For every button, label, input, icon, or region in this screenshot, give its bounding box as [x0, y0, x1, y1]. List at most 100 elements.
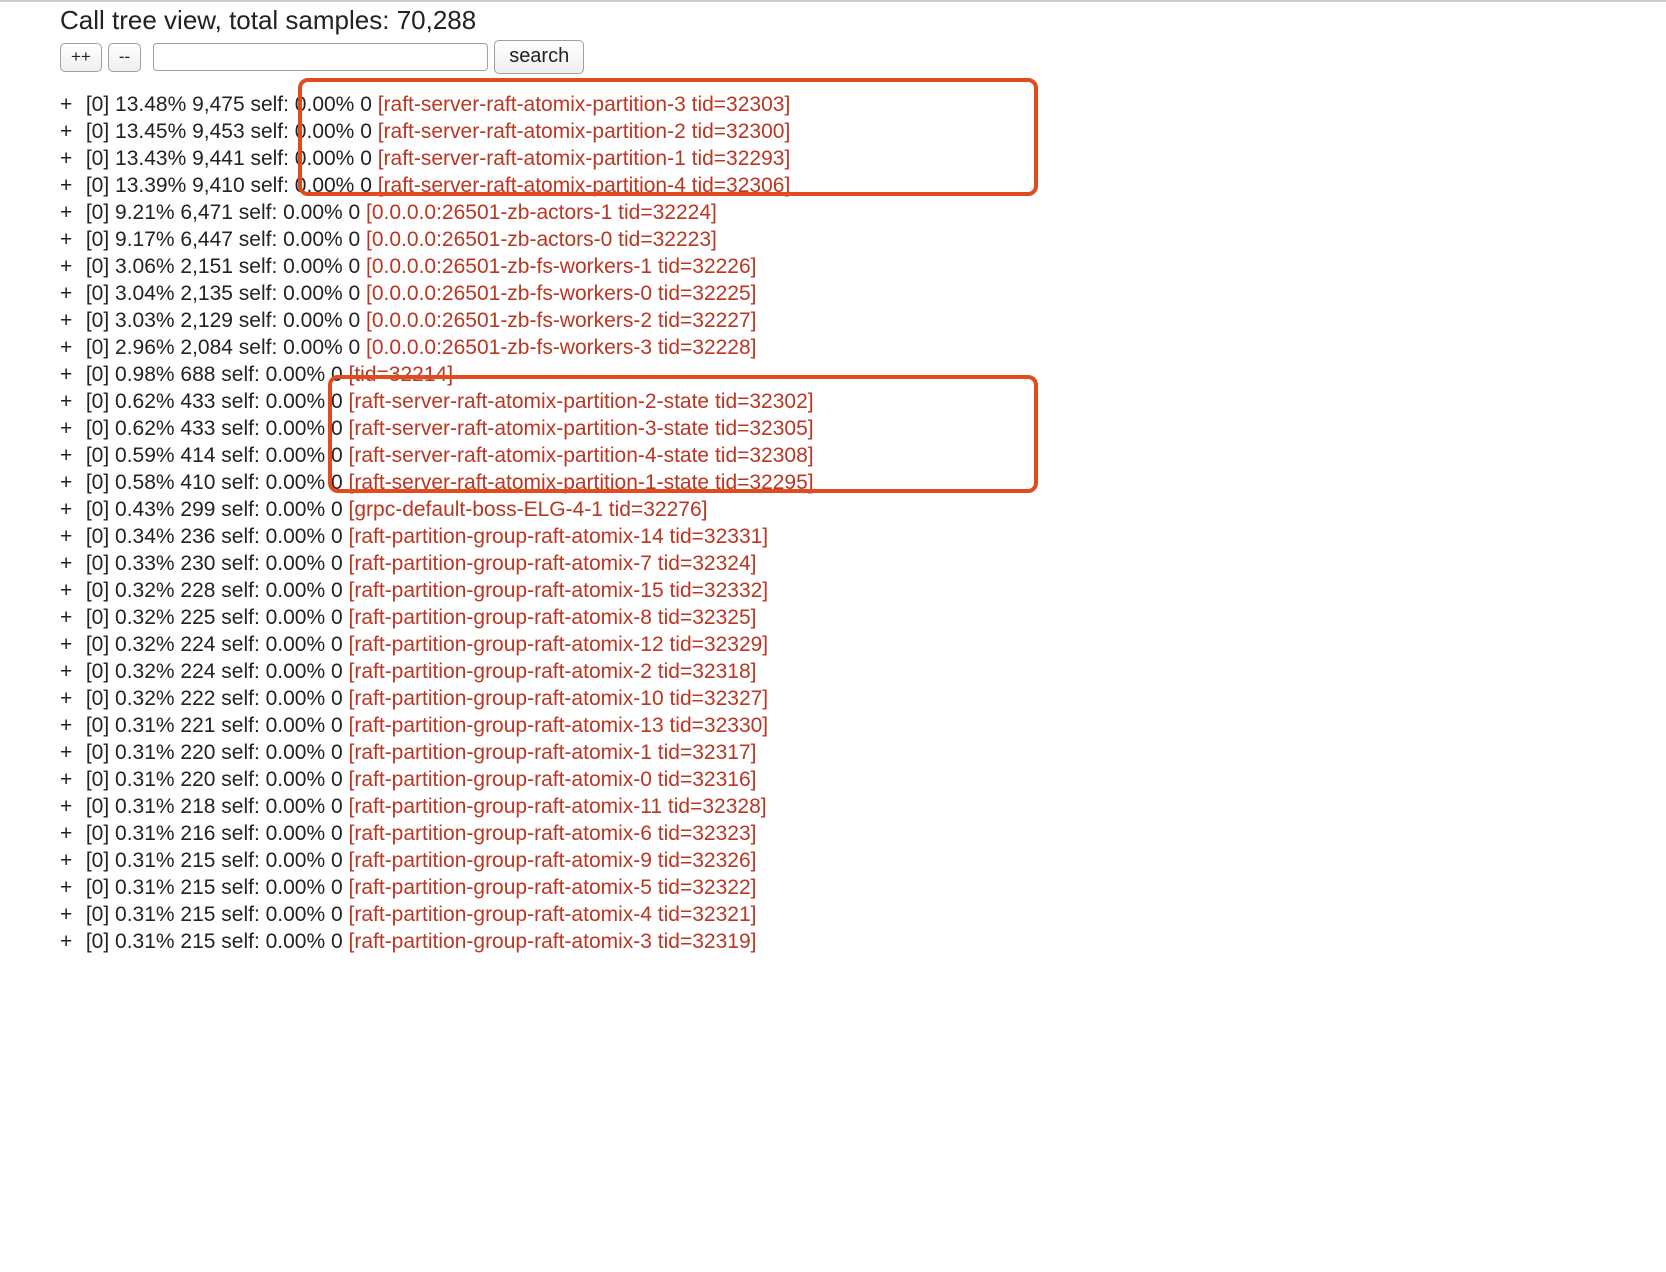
expand-icon[interactable]: + — [60, 578, 80, 605]
main-wrap: Call tree view, total samples: 70,288 ++… — [0, 5, 1666, 956]
row-thread-label: [tid=32214] — [349, 363, 454, 386]
tree-row[interactable]: + [0] 0.33% 230 self: 0.00% 0 [raft-part… — [60, 551, 1666, 578]
tree-row[interactable]: + [0] 0.62% 433 self: 0.00% 0 [raft-serv… — [60, 389, 1666, 416]
tree-row[interactable]: + [0] 3.04% 2,135 self: 0.00% 0 [0.0.0.0… — [60, 281, 1666, 308]
row-metrics: [0] 13.48% 9,475 self: 0.00% 0 — [80, 93, 378, 116]
row-metrics: [0] 0.31% 215 self: 0.00% 0 — [80, 930, 349, 953]
expand-icon[interactable]: + — [60, 686, 80, 713]
tree-row[interactable]: + [0] 0.43% 299 self: 0.00% 0 [grpc-defa… — [60, 497, 1666, 524]
row-thread-label: [0.0.0.0:26501-zb-fs-workers-2 tid=32227… — [366, 309, 756, 332]
expand-icon[interactable]: + — [60, 146, 80, 173]
expand-icon[interactable]: + — [60, 470, 80, 497]
row-thread-label: [0.0.0.0:26501-zb-fs-workers-1 tid=32226… — [366, 255, 756, 278]
controls-row: ++ -- search — [60, 40, 1666, 74]
row-thread-label: [raft-server-raft-atomix-partition-3-sta… — [349, 417, 814, 440]
expand-icon[interactable]: + — [60, 659, 80, 686]
row-metrics: [0] 3.06% 2,151 self: 0.00% 0 — [80, 255, 366, 278]
tree-row[interactable]: + [0] 0.31% 220 self: 0.00% 0 [raft-part… — [60, 767, 1666, 794]
search-button[interactable]: search — [494, 40, 584, 74]
tree-row[interactable]: + [0] 13.39% 9,410 self: 0.00% 0 [raft-s… — [60, 173, 1666, 200]
row-thread-label: [0.0.0.0:26501-zb-actors-0 tid=32223] — [366, 228, 717, 251]
tree-row[interactable]: + [0] 9.21% 6,471 self: 0.00% 0 [0.0.0.0… — [60, 200, 1666, 227]
row-metrics: [0] 13.39% 9,410 self: 0.00% 0 — [80, 174, 378, 197]
expand-icon[interactable]: + — [60, 713, 80, 740]
expand-icon[interactable]: + — [60, 551, 80, 578]
expand-icon[interactable]: + — [60, 767, 80, 794]
row-metrics: [0] 0.62% 433 self: 0.00% 0 — [80, 417, 349, 440]
tree-row[interactable]: + [0] 0.32% 224 self: 0.00% 0 [raft-part… — [60, 632, 1666, 659]
expand-icon[interactable]: + — [60, 821, 80, 848]
expand-icon[interactable]: + — [60, 875, 80, 902]
row-thread-label: [raft-server-raft-atomix-partition-1 tid… — [378, 147, 791, 170]
tree-row[interactable]: + [0] 0.31% 220 self: 0.00% 0 [raft-part… — [60, 740, 1666, 767]
tree-row[interactable]: + [0] 0.98% 688 self: 0.00% 0 [tid=32214… — [60, 362, 1666, 389]
expand-icon[interactable]: + — [60, 227, 80, 254]
expand-icon[interactable]: + — [60, 389, 80, 416]
row-metrics: [0] 0.32% 228 self: 0.00% 0 — [80, 579, 349, 602]
row-thread-label: [raft-partition-group-raft-atomix-7 tid=… — [349, 552, 757, 575]
expand-icon[interactable]: + — [60, 740, 80, 767]
tree-row[interactable]: + [0] 0.58% 410 self: 0.00% 0 [raft-serv… — [60, 470, 1666, 497]
tree-row[interactable]: + [0] 0.31% 215 self: 0.00% 0 [raft-part… — [60, 848, 1666, 875]
expand-icon[interactable]: + — [60, 902, 80, 929]
expand-icon[interactable]: + — [60, 497, 80, 524]
row-metrics: [0] 0.32% 224 self: 0.00% 0 — [80, 660, 349, 683]
tree-row[interactable]: + [0] 0.31% 215 self: 0.00% 0 [raft-part… — [60, 875, 1666, 902]
page-title: Call tree view, total samples: 70,288 — [60, 5, 1666, 36]
row-metrics: [0] 0.31% 215 self: 0.00% 0 — [80, 903, 349, 926]
expand-icon[interactable]: + — [60, 281, 80, 308]
row-metrics: [0] 0.34% 236 self: 0.00% 0 — [80, 525, 349, 548]
row-thread-label: [raft-partition-group-raft-atomix-14 tid… — [349, 525, 769, 548]
tree-row[interactable]: + [0] 13.48% 9,475 self: 0.00% 0 [raft-s… — [60, 92, 1666, 119]
tree-row[interactable]: + [0] 13.43% 9,441 self: 0.00% 0 [raft-s… — [60, 146, 1666, 173]
tree-row[interactable]: + [0] 0.31% 216 self: 0.00% 0 [raft-part… — [60, 821, 1666, 848]
tree-row[interactable]: + [0] 3.06% 2,151 self: 0.00% 0 [0.0.0.0… — [60, 254, 1666, 281]
tree-row[interactable]: + [0] 13.45% 9,453 self: 0.00% 0 [raft-s… — [60, 119, 1666, 146]
expand-icon[interactable]: + — [60, 605, 80, 632]
expand-all-button[interactable]: ++ — [60, 43, 102, 72]
tree-row[interactable]: + [0] 0.31% 221 self: 0.00% 0 [raft-part… — [60, 713, 1666, 740]
tree-row[interactable]: + [0] 2.96% 2,084 self: 0.00% 0 [0.0.0.0… — [60, 335, 1666, 362]
expand-icon[interactable]: + — [60, 929, 80, 956]
tree-row[interactable]: + [0] 0.31% 215 self: 0.00% 0 [raft-part… — [60, 929, 1666, 956]
tree-row[interactable]: + [0] 0.31% 215 self: 0.00% 0 [raft-part… — [60, 902, 1666, 929]
tree-row[interactable]: + [0] 0.32% 222 self: 0.00% 0 [raft-part… — [60, 686, 1666, 713]
expand-icon[interactable]: + — [60, 308, 80, 335]
tree-row[interactable]: + [0] 0.32% 228 self: 0.00% 0 [raft-part… — [60, 578, 1666, 605]
tree-row[interactable]: + [0] 0.32% 225 self: 0.00% 0 [raft-part… — [60, 605, 1666, 632]
expand-icon[interactable]: + — [60, 254, 80, 281]
expand-icon[interactable]: + — [60, 173, 80, 200]
row-metrics: [0] 0.98% 688 self: 0.00% 0 — [80, 363, 349, 386]
expand-icon[interactable]: + — [60, 416, 80, 443]
expand-icon[interactable]: + — [60, 200, 80, 227]
tree-row[interactable]: + [0] 9.17% 6,447 self: 0.00% 0 [0.0.0.0… — [60, 227, 1666, 254]
row-thread-label: [raft-partition-group-raft-atomix-11 tid… — [349, 795, 767, 818]
row-metrics: [0] 9.21% 6,471 self: 0.00% 0 — [80, 201, 366, 224]
tree-row[interactable]: + [0] 0.34% 236 self: 0.00% 0 [raft-part… — [60, 524, 1666, 551]
collapse-all-button[interactable]: -- — [108, 43, 141, 72]
tree-row[interactable]: + [0] 0.59% 414 self: 0.00% 0 [raft-serv… — [60, 443, 1666, 470]
expand-icon[interactable]: + — [60, 335, 80, 362]
expand-icon[interactable]: + — [60, 92, 80, 119]
search-input[interactable] — [153, 43, 488, 71]
tree-row[interactable]: + [0] 3.03% 2,129 self: 0.00% 0 [0.0.0.0… — [60, 308, 1666, 335]
row-thread-label: [raft-partition-group-raft-atomix-5 tid=… — [349, 876, 757, 899]
expand-icon[interactable]: + — [60, 524, 80, 551]
row-metrics: [0] 9.17% 6,447 self: 0.00% 0 — [80, 228, 366, 251]
expand-icon[interactable]: + — [60, 443, 80, 470]
tree-row[interactable]: + [0] 0.32% 224 self: 0.00% 0 [raft-part… — [60, 659, 1666, 686]
row-thread-label: [raft-server-raft-atomix-partition-2 tid… — [378, 120, 791, 143]
row-metrics: [0] 0.31% 215 self: 0.00% 0 — [80, 876, 349, 899]
row-thread-label: [raft-partition-group-raft-atomix-1 tid=… — [349, 741, 757, 764]
row-thread-label: [raft-server-raft-atomix-partition-1-sta… — [349, 471, 814, 494]
expand-icon[interactable]: + — [60, 362, 80, 389]
row-thread-label: [raft-partition-group-raft-atomix-8 tid=… — [349, 606, 757, 629]
row-thread-label: [0.0.0.0:26501-zb-fs-workers-0 tid=32225… — [366, 282, 756, 305]
expand-icon[interactable]: + — [60, 119, 80, 146]
expand-icon[interactable]: + — [60, 848, 80, 875]
expand-icon[interactable]: + — [60, 794, 80, 821]
row-metrics: [0] 0.31% 220 self: 0.00% 0 — [80, 741, 349, 764]
tree-row[interactable]: + [0] 0.62% 433 self: 0.00% 0 [raft-serv… — [60, 416, 1666, 443]
expand-icon[interactable]: + — [60, 632, 80, 659]
tree-row[interactable]: + [0] 0.31% 218 self: 0.00% 0 [raft-part… — [60, 794, 1666, 821]
